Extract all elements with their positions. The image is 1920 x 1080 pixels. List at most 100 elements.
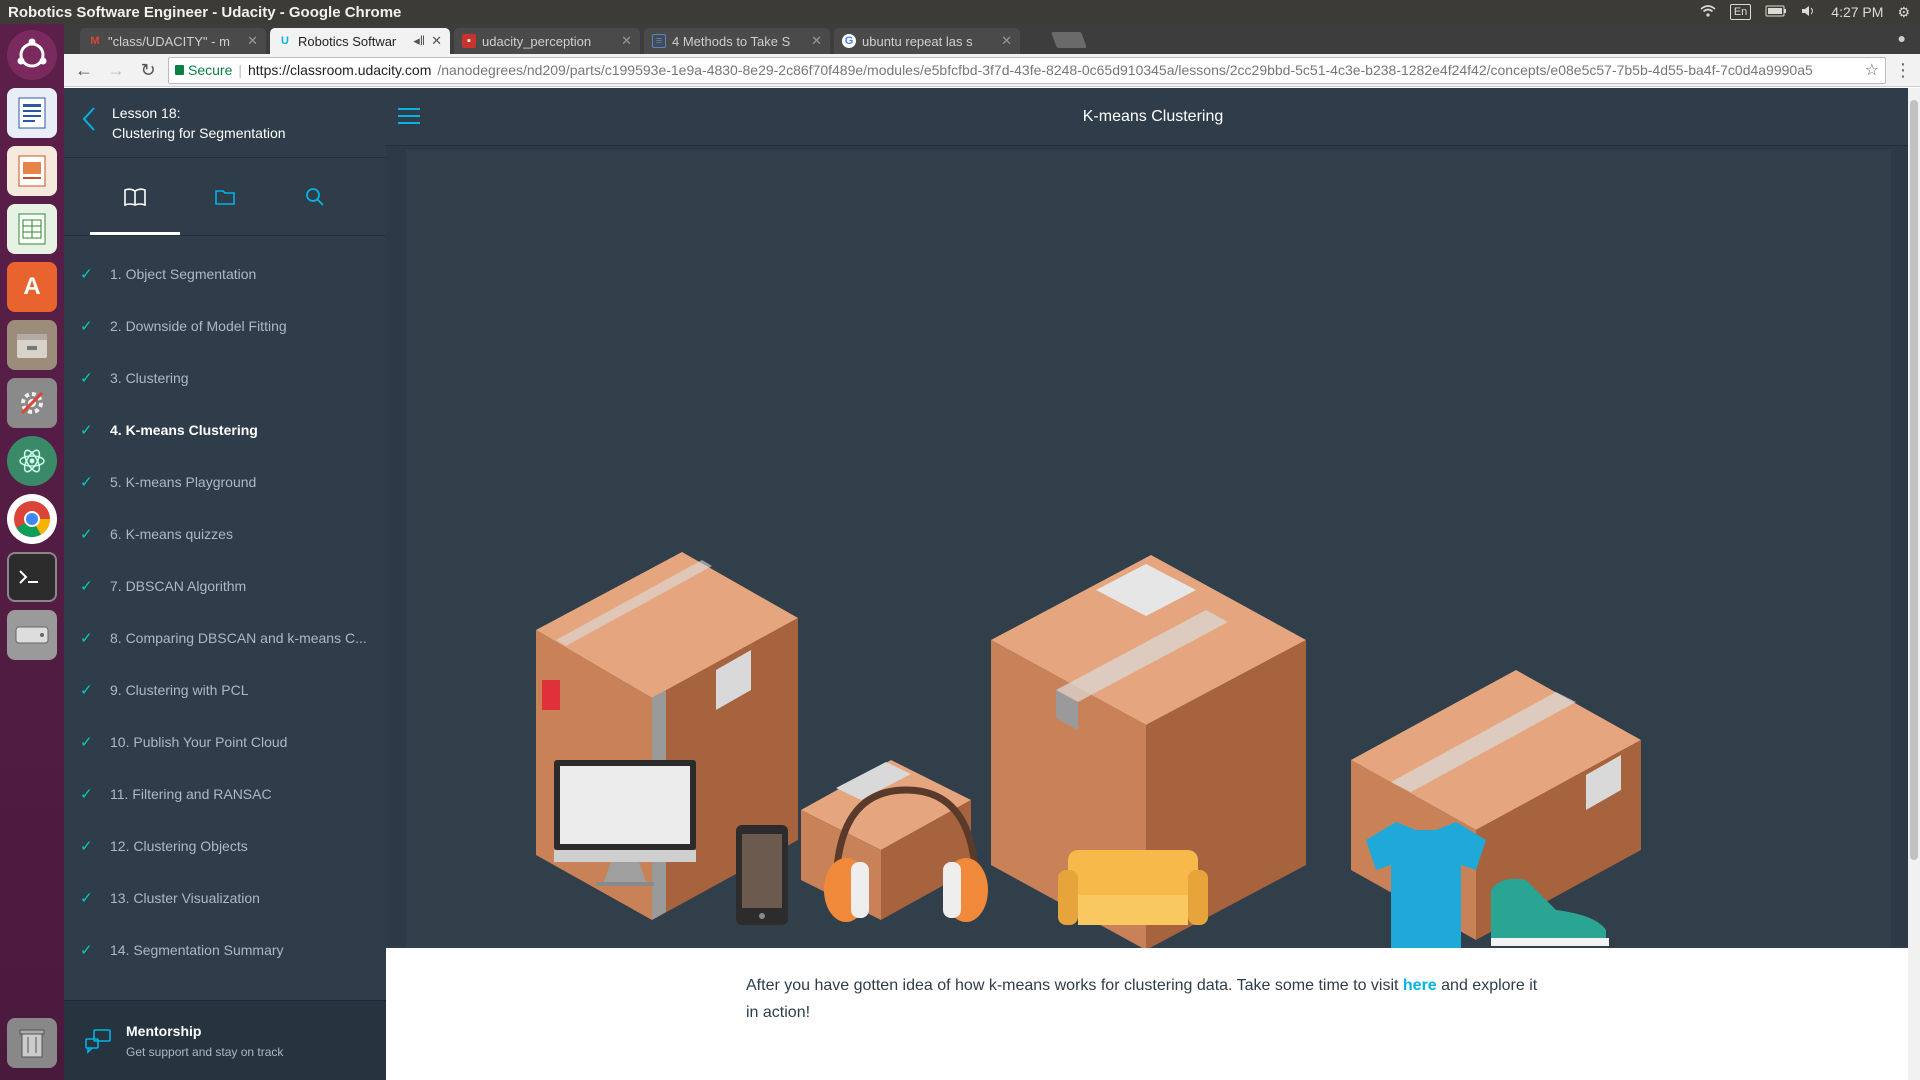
tab-search[interactable]: [270, 158, 360, 235]
lesson-title: Clustering for Segmentation: [112, 124, 286, 141]
concept-item[interactable]: ✓ 7. DBSCAN Algorithm: [64, 560, 386, 612]
concept-item-current[interactable]: ✓ 4. K-means Clustering: [64, 404, 386, 456]
concept-label: 3. Clustering: [110, 370, 189, 386]
back-arrow-icon[interactable]: ←: [72, 60, 96, 81]
lesson-header[interactable]: Lesson 18: Clustering for Segmentation: [64, 88, 386, 158]
wifi-icon[interactable]: [1700, 4, 1716, 20]
close-tab-icon[interactable]: ✕: [247, 33, 258, 49]
keyboard-layout-indicator[interactable]: En: [1729, 4, 1752, 20]
chrome-icon[interactable]: [7, 494, 57, 544]
concept-main: K-means Clustering After you have gotten…: [386, 88, 1920, 1080]
mentorship-subtitle: Get support and stay on track: [126, 1044, 284, 1059]
page-scrollbar[interactable]: [1908, 88, 1920, 1080]
concept-item[interactable]: ✓ 3. Clustering: [64, 352, 386, 404]
concept-label: 9. Clustering with PCL: [110, 682, 249, 698]
check-icon: ✓: [80, 422, 93, 439]
concept-label: 6. K-means quizzes: [110, 526, 233, 542]
files-icon[interactable]: [7, 320, 57, 370]
back-chevron-icon[interactable]: [82, 106, 96, 139]
concept-label: 7. DBSCAN Algorithm: [110, 578, 247, 594]
tab-title: udacity_perception: [482, 33, 592, 49]
settings-icon[interactable]: [7, 378, 57, 428]
tab-methods[interactable]: ≡ 4 Methods to Take S ✕: [644, 28, 830, 54]
concept-item[interactable]: ✓ 1. Object Segmentation: [64, 248, 386, 300]
tab-udacity[interactable]: U Robotics Softwar ◂ǁ ✕: [270, 28, 450, 54]
check-icon: ✓: [80, 370, 93, 387]
close-tab-icon[interactable]: ✕: [811, 33, 822, 49]
hamburger-menu-icon[interactable]: [398, 108, 420, 129]
tab-title: 4 Methods to Take S: [672, 33, 791, 49]
concept-list: ✓ 1. Object Segmentation ✓ 2. Downside of …: [64, 236, 386, 976]
concept-header: K-means Clustering: [386, 88, 1920, 146]
url-host: https://classroom.udacity.com: [248, 62, 432, 78]
tab-gmail[interactable]: M "class/UDACITY" - m ✕: [80, 28, 266, 54]
mentorship-panel[interactable]: Mentorship Get support and stay on track: [64, 1000, 386, 1080]
software-center-icon[interactable]: A: [7, 262, 57, 312]
lesson-sidebar: Lesson 18: Clustering for Segmentation ✓…: [64, 88, 386, 1080]
concept-label: 10. Publish Your Point Cloud: [110, 734, 288, 750]
drive-icon[interactable]: [7, 610, 57, 660]
concept-item[interactable]: ✓ 10. Publish Your Point Cloud: [64, 716, 386, 768]
new-tab-button[interactable]: [1051, 32, 1087, 48]
profile-icon[interactable]: ●: [1898, 30, 1906, 46]
audio-icon[interactable]: ◂ǁ: [413, 33, 425, 49]
volume-icon[interactable]: [1801, 4, 1817, 20]
close-tab-icon[interactable]: ✕: [431, 33, 442, 49]
concept-item[interactable]: ✓ 14. Segmentation Summary: [64, 924, 386, 976]
secure-indicator[interactable]: Secure: [175, 62, 232, 78]
tab-concepts[interactable]: [90, 158, 180, 235]
terminal-icon[interactable]: [7, 552, 57, 602]
trash-icon[interactable]: [7, 1018, 57, 1068]
illustration-area: [386, 146, 1920, 980]
chrome-window: M "class/UDACITY" - m ✕ U Robotics Softw…: [64, 24, 1920, 1080]
concept-item[interactable]: ✓ 9. Clustering with PCL: [64, 664, 386, 716]
tab-resources[interactable]: [180, 158, 270, 235]
paragraph-text: After you have gotten idea of how k-mean…: [746, 977, 1403, 994]
writer-icon[interactable]: [7, 88, 57, 138]
reload-icon[interactable]: ↻: [136, 60, 160, 81]
chrome-menu-icon[interactable]: ⋮: [1894, 60, 1912, 81]
forward-arrow-icon[interactable]: →: [104, 60, 128, 81]
browser-toolbar: ← → ↻ Secure | https://classroom.udacity…: [64, 54, 1920, 87]
tab-title: ubuntu repeat las s: [862, 33, 973, 49]
close-tab-icon[interactable]: ✕: [621, 33, 632, 49]
gear-icon[interactable]: ⚙: [1897, 4, 1910, 21]
phone-illustration: [736, 825, 788, 925]
check-icon: ✓: [80, 526, 93, 543]
bookmark-star-icon[interactable]: ☆: [1865, 60, 1879, 80]
tab-title: Robotics Softwar: [298, 33, 397, 49]
check-icon: ✓: [80, 474, 93, 491]
concept-item[interactable]: ✓ 11. Filtering and RANSAC: [64, 768, 386, 820]
battery-icon[interactable]: [1765, 4, 1787, 20]
concept-label: 14. Segmentation Summary: [110, 942, 284, 958]
concept-item[interactable]: ✓ 6. K-means quizzes: [64, 508, 386, 560]
concept-title: K-means Clustering: [1082, 107, 1224, 125]
window-title: Robotics Software Engineer - Udacity - G…: [8, 3, 402, 21]
check-icon: ✓: [80, 942, 93, 959]
ubuntu-logo-icon[interactable]: [7, 30, 57, 80]
calc-icon[interactable]: [7, 204, 57, 254]
close-tab-icon[interactable]: ✕: [1001, 33, 1012, 49]
concept-item[interactable]: ✓ 12. Clustering Objects: [64, 820, 386, 872]
concept-item[interactable]: ✓ 13. Cluster Visualization: [64, 872, 386, 924]
ubuntu-top-panel: Robotics Software Engineer - Udacity - G…: [0, 0, 1920, 24]
check-icon: ✓: [80, 578, 93, 595]
tab-strip: M "class/UDACITY" - m ✕ U Robotics Softw…: [64, 24, 1920, 54]
tab-github[interactable]: ▪ udacity_perception ✕: [454, 28, 640, 54]
sidebar-tabs: [64, 158, 386, 236]
atom-icon[interactable]: [7, 436, 57, 486]
scrollbar-thumb[interactable]: [1910, 100, 1918, 860]
check-icon: ✓: [80, 682, 93, 699]
concept-item[interactable]: ✓ 8. Comparing DBSCAN and k-means C...: [64, 612, 386, 664]
concept-item[interactable]: ✓ 2. Downside of Model Fitting: [64, 300, 386, 352]
concept-item[interactable]: ✓ 5. K-means Playground: [64, 456, 386, 508]
impress-icon[interactable]: [7, 146, 57, 196]
tab-google-search[interactable]: G ubuntu repeat las s ✕: [834, 28, 1020, 54]
concept-label: 11. Filtering and RANSAC: [110, 786, 272, 802]
gmail-icon: M: [90, 35, 100, 47]
concept-text-panel: After you have gotten idea of how k-mean…: [386, 948, 1920, 1080]
check-icon: ✓: [80, 786, 93, 803]
here-link[interactable]: here: [1403, 977, 1437, 994]
address-bar[interactable]: Secure | https://classroom.udacity.com/n…: [168, 56, 1886, 84]
clock[interactable]: 4:27 PM: [1831, 4, 1883, 20]
